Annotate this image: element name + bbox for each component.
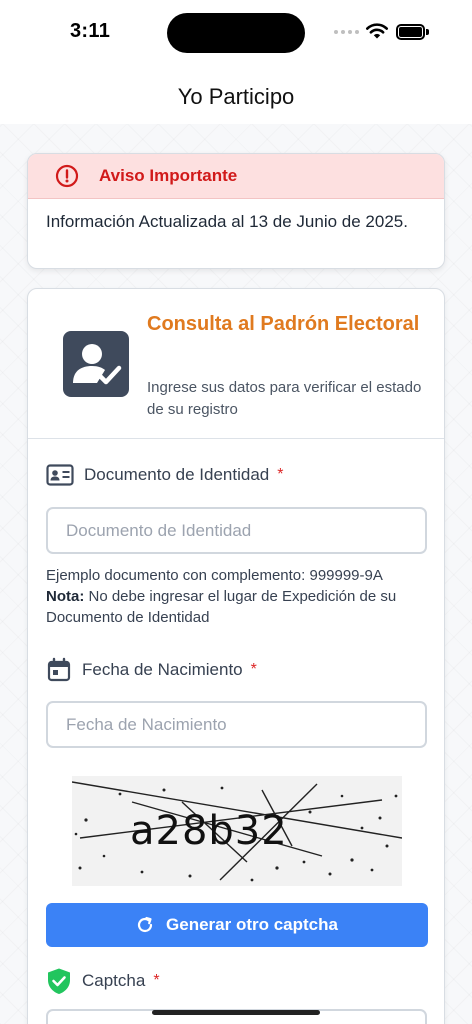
generate-captcha-label: Generar otro captcha (166, 915, 338, 934)
captcha-image: a28b32 (72, 776, 402, 886)
birthdate-label: Fecha de Nacimiento (82, 660, 243, 679)
captcha-text: a28b32 (130, 808, 288, 854)
battery-icon (396, 24, 429, 40)
calendar-icon (47, 657, 71, 682)
wifi-icon (366, 23, 388, 39)
notice-title: Aviso Importante (99, 166, 238, 185)
card-header: Consulta al Padrón Electoral Ingrese sus… (28, 289, 444, 439)
document-hint-example: Ejemplo documento con complemento: 99999… (46, 567, 383, 584)
captcha-label-row: Captcha * (46, 967, 160, 995)
status-time: 3:11 (70, 20, 111, 42)
id-card-icon (46, 464, 74, 486)
document-hint: Ejemplo documento con complemento: 99999… (46, 565, 436, 628)
document-label: Documento de Identidad (84, 465, 270, 484)
document-required-mark: * (277, 466, 284, 483)
captcha-label: Captcha (82, 971, 146, 990)
captcha-required-mark: * (153, 972, 160, 989)
home-indicator[interactable] (152, 1010, 320, 1015)
birthdate-input-placeholder: Fecha de Nacimiento (66, 714, 227, 734)
card-title: Consulta al Padrón Electoral (147, 313, 420, 335)
birthdate-label-row: Fecha de Nacimiento * (46, 657, 257, 683)
document-input[interactable]: Documento de Identidad (46, 507, 427, 554)
document-input-placeholder: Documento de Identidad (66, 520, 252, 540)
generate-captcha-button[interactable]: Generar otro captcha (46, 903, 428, 947)
card-subtitle: Ingrese sus datos para verificar el esta… (147, 379, 422, 418)
user-check-icon (63, 331, 129, 397)
notice-header: Aviso Importante (28, 154, 444, 199)
birthdate-required-mark: * (250, 661, 257, 678)
document-hint-note-label: Nota: (46, 588, 85, 605)
page-title: Yo Participo (177, 84, 295, 109)
cellular-signal-icon (334, 30, 359, 34)
notice-card: Aviso Importante Información Actualizada… (27, 153, 445, 269)
status-bar: 3:11 (0, 0, 472, 64)
refresh-icon (137, 916, 153, 933)
document-hint-note-text: No debe ingresar el lugar de Expedición … (46, 588, 397, 626)
alert-circle-icon (55, 164, 79, 188)
dynamic-island (167, 13, 305, 53)
shield-check-icon (48, 968, 70, 994)
document-label-row: Documento de Identidad * (46, 464, 283, 486)
notice-body: Información Actualizada al 13 de Junio d… (46, 212, 408, 231)
padron-form-card: Consulta al Padrón Electoral Ingrese sus… (27, 288, 445, 1024)
birthdate-input[interactable]: Fecha de Nacimiento (46, 701, 427, 748)
document-hint-note: Nota: No debe ingresar el lugar de Exped… (46, 586, 436, 628)
